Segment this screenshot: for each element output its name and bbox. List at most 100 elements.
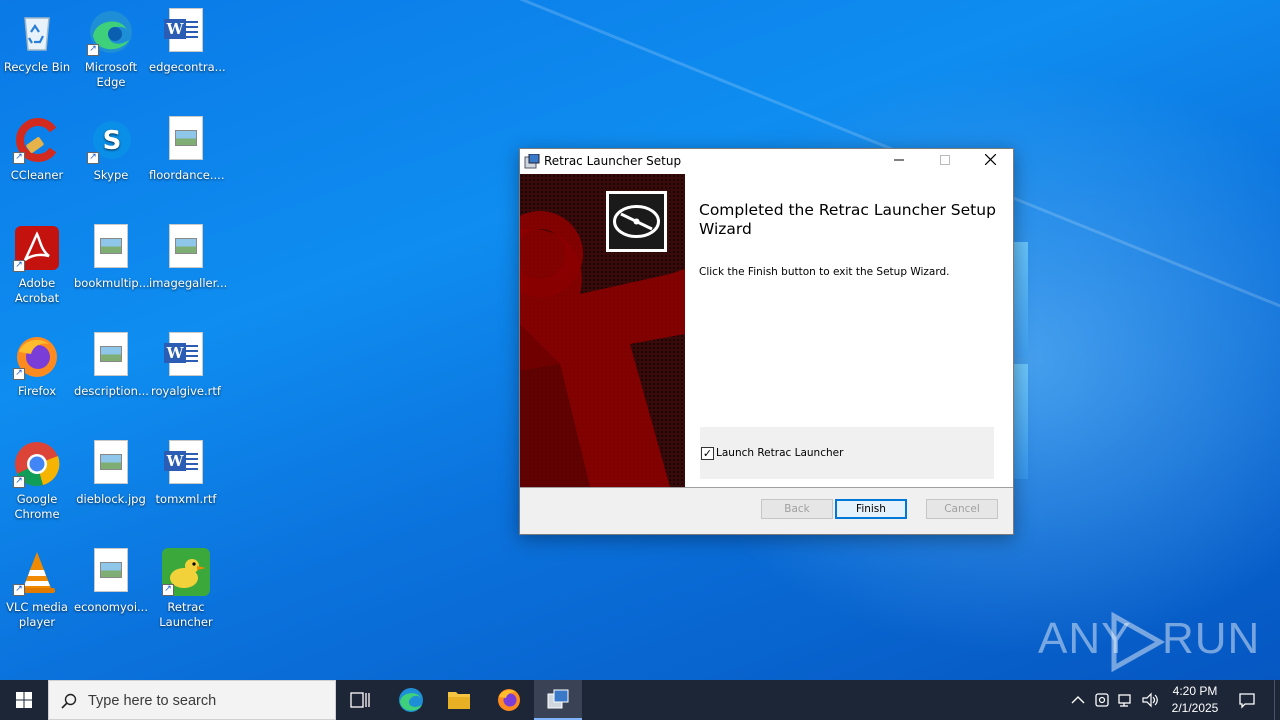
word-document-icon: W bbox=[162, 8, 210, 56]
desktop-icon-label: description... bbox=[74, 384, 149, 398]
firefox-icon bbox=[498, 689, 520, 711]
desktop-icon-floordance[interactable]: floordance.... bbox=[149, 116, 225, 183]
wizard-heading: Completed the Retrac Launcher Setup Wiza… bbox=[699, 201, 996, 238]
wizard-body-text: Click the Finish button to exit the Setu… bbox=[699, 266, 950, 278]
search-icon bbox=[61, 693, 77, 709]
shortcut-arrow-icon: ↗ bbox=[13, 584, 25, 596]
desktop-icon-label: dieblock.jpg bbox=[76, 492, 146, 506]
image-file-icon bbox=[87, 332, 135, 380]
edge-icon: ↗ bbox=[87, 8, 135, 56]
image-file-icon bbox=[162, 116, 210, 164]
desktop-icon-label: Recycle Bin bbox=[3, 60, 71, 74]
desktop-icon-ccleaner[interactable]: ↗ CCleaner bbox=[0, 116, 74, 183]
clock-date: 2/1/2025 bbox=[1171, 701, 1219, 715]
desktop-icon-label: Google Chrome bbox=[14, 492, 60, 521]
taskbar-edge-button[interactable] bbox=[387, 680, 435, 720]
desktop-icon-microsoft-edge[interactable]: ↗ Microsoft Edge bbox=[74, 8, 148, 90]
desktop-icon-dieblock[interactable]: dieblock.jpg bbox=[74, 440, 148, 507]
image-file-icon bbox=[162, 224, 210, 272]
network-icon bbox=[1118, 694, 1131, 707]
windows-logo-icon bbox=[16, 692, 32, 708]
close-icon bbox=[984, 153, 996, 166]
setup-installer-icon bbox=[547, 689, 569, 709]
taskbar-clock[interactable]: 4:20 PM 2/1/2025 bbox=[1160, 683, 1230, 717]
word-document-icon: W bbox=[162, 440, 210, 488]
desktop-icon-label: CCleaner bbox=[10, 168, 64, 182]
desktop-icon-tomxml[interactable]: W tomxml.rtf bbox=[149, 440, 223, 507]
task-view-button[interactable] bbox=[336, 680, 384, 720]
disc-logo bbox=[606, 191, 667, 252]
word-document-icon: W bbox=[162, 332, 210, 380]
taskbar: Type here to search 4:20 PM 2/1/2025 bbox=[0, 680, 1280, 720]
shortcut-arrow-icon: ↗ bbox=[13, 368, 25, 380]
wallpaper-logo-pane bbox=[1014, 242, 1028, 357]
action-center-button[interactable] bbox=[1237, 690, 1257, 710]
desktop-icon-bookmultip[interactable]: bookmultip... bbox=[74, 224, 150, 291]
desktop-icon-recycle-bin[interactable]: Recycle Bin bbox=[0, 8, 74, 75]
desktop-icon-label: Firefox bbox=[17, 384, 57, 398]
desktop-icon-label: Adobe Acrobat bbox=[14, 276, 60, 305]
desktop-icon-label: VLC media player bbox=[6, 600, 68, 629]
desktop-icon-description[interactable]: description... bbox=[74, 332, 149, 399]
desktop-icon-edgecontra[interactable]: W edgecontra... bbox=[149, 8, 226, 75]
meet-now-button[interactable] bbox=[1092, 690, 1112, 710]
desktop-icon-label: edgecontra... bbox=[149, 60, 226, 74]
desktop-icon-label: floordance.... bbox=[149, 168, 225, 182]
close-button[interactable] bbox=[967, 149, 1013, 174]
desktop-icon-label: Microsoft Edge bbox=[84, 60, 138, 89]
desktop-icon-skype[interactable]: S ↗ Skype bbox=[74, 116, 148, 183]
chevron-up-icon bbox=[1071, 696, 1085, 704]
launch-checkbox[interactable]: ✓ bbox=[701, 447, 714, 460]
taskbar-firefox-button[interactable] bbox=[485, 680, 533, 720]
show-hidden-icons-button[interactable] bbox=[1068, 690, 1088, 710]
network-button[interactable] bbox=[1116, 690, 1136, 710]
dialog-titlebar[interactable]: Retrac Launcher Setup bbox=[520, 149, 1013, 174]
minimize-button[interactable] bbox=[876, 149, 922, 174]
desktop-icon-label: tomxml.rtf bbox=[155, 492, 217, 506]
show-desktop-button[interactable] bbox=[1274, 680, 1280, 720]
dialog-title: Retrac Launcher Setup bbox=[544, 154, 682, 168]
acrobat-icon: ↗ bbox=[13, 224, 61, 272]
finish-button[interactable]: Finish bbox=[835, 499, 907, 519]
search-placeholder: Type here to search bbox=[88, 693, 217, 709]
recycle-bin-icon bbox=[13, 8, 61, 56]
dialog-separator bbox=[520, 487, 1013, 488]
taskbar-search-box[interactable]: Type here to search bbox=[48, 680, 336, 720]
shortcut-arrow-icon: ↗ bbox=[87, 152, 99, 164]
setup-installer-icon bbox=[524, 153, 540, 169]
start-button[interactable] bbox=[0, 680, 48, 720]
maximize-button[interactable] bbox=[922, 149, 968, 174]
cancel-button[interactable]: Cancel bbox=[926, 499, 998, 519]
desktop-icon-google-chrome[interactable]: ↗ Google Chrome bbox=[0, 440, 74, 522]
desktop-icon-adobe-acrobat[interactable]: ↗ Adobe Acrobat bbox=[0, 224, 74, 306]
taskbar-setup-button[interactable] bbox=[534, 680, 582, 720]
shortcut-arrow-icon: ↗ bbox=[13, 476, 25, 488]
desktop-icon-label: economyoi... bbox=[74, 600, 148, 614]
clock-time: 4:20 PM bbox=[1172, 684, 1218, 698]
shortcut-arrow-icon: ↗ bbox=[87, 44, 99, 56]
desktop-icon-royalgive[interactable]: W royalgive.rtf bbox=[149, 332, 223, 399]
launch-checkbox-label[interactable]: Launch Retrac Launcher bbox=[716, 447, 843, 459]
shortcut-arrow-icon: ↗ bbox=[162, 584, 174, 596]
task-view-icon bbox=[350, 692, 370, 708]
retrac-launcher-icon: ↗ bbox=[162, 548, 210, 596]
desktop-icon-imagegaller[interactable]: imagegaller... bbox=[149, 224, 228, 291]
image-file-icon bbox=[87, 548, 135, 596]
file-explorer-icon bbox=[448, 692, 470, 709]
back-button[interactable]: Back bbox=[761, 499, 833, 519]
desktop-icon-retrac-launcher[interactable]: ↗ Retrac Launcher bbox=[149, 548, 223, 630]
desktop-icon-economyoi[interactable]: economyoi... bbox=[74, 548, 148, 615]
desktop-icon-firefox[interactable]: ↗ Firefox bbox=[0, 332, 74, 399]
volume-icon bbox=[1142, 692, 1158, 708]
skype-icon: S ↗ bbox=[87, 116, 135, 164]
taskbar-file-explorer-button[interactable] bbox=[435, 680, 483, 720]
desktop-icon-label: imagegaller... bbox=[149, 276, 228, 290]
notification-icon bbox=[1239, 693, 1255, 709]
volume-button[interactable] bbox=[1140, 690, 1160, 710]
ccleaner-icon: ↗ bbox=[13, 116, 61, 164]
launch-option-panel: ✓ Launch Retrac Launcher bbox=[700, 427, 994, 479]
desktop-icon-label: Skype bbox=[93, 168, 129, 182]
desktop-icon-vlc[interactable]: ↗ VLC media player bbox=[0, 548, 74, 630]
setup-dialog[interactable]: Retrac Launcher Setup Completed the Retr… bbox=[519, 148, 1014, 535]
vlc-icon: ↗ bbox=[13, 548, 61, 596]
